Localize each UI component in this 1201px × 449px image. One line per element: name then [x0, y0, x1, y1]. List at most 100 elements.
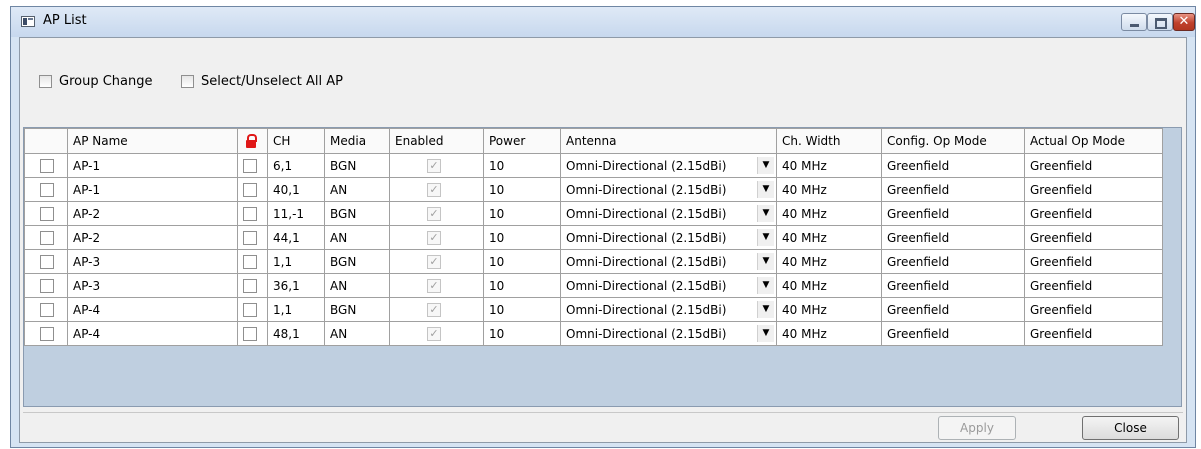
- power-cell[interactable]: 10: [483, 273, 561, 298]
- enabled-checkbox[interactable]: ✓: [427, 255, 441, 269]
- minimize-button[interactable]: [1121, 13, 1147, 31]
- ch-cell[interactable]: 40,1: [267, 177, 325, 202]
- power-cell[interactable]: 10: [483, 153, 561, 178]
- table-row[interactable]: AP-2 44,1 AN ✓ 10 Omni-Directional (2.15dBi) ▼…: [24, 225, 1163, 250]
- power-cell[interactable]: 10: [483, 201, 561, 226]
- chevron-down-icon[interactable]: ▼: [757, 181, 774, 198]
- ch-cell[interactable]: 6,1: [267, 153, 325, 178]
- ch-width-cell[interactable]: 40 MHz: [776, 249, 882, 274]
- table-row[interactable]: AP-4 48,1 AN ✓ 10 Omni-Directional (2.15dBi) ▼…: [24, 321, 1163, 346]
- antenna-cell[interactable]: Omni-Directional (2.15dBi) ▼: [560, 273, 777, 298]
- chevron-down-icon[interactable]: ▼: [757, 157, 774, 174]
- apply-button[interactable]: Apply: [938, 416, 1016, 440]
- group-change-checkbox[interactable]: [39, 75, 52, 88]
- antenna-cell[interactable]: Omni-Directional (2.15dBi) ▼: [560, 201, 777, 226]
- header-ap-name[interactable]: AP Name: [67, 128, 238, 154]
- ch-cell[interactable]: 36,1: [267, 273, 325, 298]
- lock-checkbox[interactable]: [243, 255, 257, 269]
- ch-width-cell[interactable]: 40 MHz: [776, 177, 882, 202]
- lock-checkbox[interactable]: [243, 207, 257, 221]
- config-op-mode-cell[interactable]: Greenfield: [881, 249, 1025, 274]
- header-ch-width[interactable]: Ch. Width: [776, 128, 882, 154]
- table-row[interactable]: AP-1 40,1 AN ✓ 10 Omni-Directional (2.15dBi) ▼…: [24, 177, 1163, 202]
- ch-cell[interactable]: 48,1: [267, 321, 325, 346]
- enabled-checkbox[interactable]: ✓: [427, 327, 441, 341]
- antenna-cell[interactable]: Omni-Directional (2.15dBi) ▼: [560, 321, 777, 346]
- table-row[interactable]: AP-2 11,-1 BGN ✓ 10 Omni-Directional (2.15dBi…: [24, 201, 1163, 226]
- row-select-checkbox[interactable]: [40, 231, 54, 245]
- enabled-checkbox[interactable]: ✓: [427, 279, 441, 293]
- header-ch[interactable]: CH: [267, 128, 325, 154]
- table-row[interactable]: AP-1 6,1 BGN ✓ 10 Omni-Directional (2.15dBi) ▼…: [24, 153, 1163, 178]
- power-cell[interactable]: 10: [483, 297, 561, 322]
- config-op-mode-cell[interactable]: Greenfield: [881, 297, 1025, 322]
- maximize-button[interactable]: [1147, 13, 1173, 31]
- chevron-down-icon[interactable]: ▼: [757, 301, 774, 318]
- lock-checkbox[interactable]: [243, 183, 257, 197]
- row-select-checkbox[interactable]: [40, 327, 54, 341]
- row-select-checkbox[interactable]: [40, 255, 54, 269]
- header-config-op-mode[interactable]: Config. Op Mode: [881, 128, 1025, 154]
- antenna-cell[interactable]: Omni-Directional (2.15dBi) ▼: [560, 153, 777, 178]
- ch-width-cell[interactable]: 40 MHz: [776, 321, 882, 346]
- ch-width-cell[interactable]: 40 MHz: [776, 273, 882, 298]
- enabled-checkbox[interactable]: ✓: [427, 231, 441, 245]
- ch-cell[interactable]: 11,-1: [267, 201, 325, 226]
- ch-width-cell[interactable]: 40 MHz: [776, 297, 882, 322]
- lock-checkbox[interactable]: [243, 303, 257, 317]
- table-row[interactable]: AP-3 1,1 BGN ✓ 10 Omni-Directional (2.15dBi) ▼…: [24, 249, 1163, 274]
- select-all-checkbox[interactable]: [181, 75, 194, 88]
- header-power[interactable]: Power: [483, 128, 561, 154]
- header-antenna[interactable]: Antenna: [560, 128, 777, 154]
- enabled-cell: ✓: [389, 297, 484, 322]
- antenna-cell[interactable]: Omni-Directional (2.15dBi) ▼: [560, 177, 777, 202]
- enabled-checkbox[interactable]: ✓: [427, 159, 441, 173]
- header-media[interactable]: Media: [324, 128, 390, 154]
- power-cell[interactable]: 10: [483, 225, 561, 250]
- ch-width-cell[interactable]: 40 MHz: [776, 153, 882, 178]
- lock-checkbox[interactable]: [243, 279, 257, 293]
- ch-cell[interactable]: 1,1: [267, 297, 325, 322]
- enabled-checkbox[interactable]: ✓: [427, 303, 441, 317]
- antenna-cell[interactable]: Omni-Directional (2.15dBi) ▼: [560, 249, 777, 274]
- header-actual-op-mode[interactable]: Actual Op Mode: [1024, 128, 1163, 154]
- actual-op-mode-cell: Greenfield: [1024, 297, 1163, 322]
- table-row[interactable]: AP-3 36,1 AN ✓ 10 Omni-Directional (2.15dBi) ▼…: [24, 273, 1163, 298]
- enabled-checkbox[interactable]: ✓: [427, 207, 441, 221]
- row-select-checkbox[interactable]: [40, 207, 54, 221]
- chevron-down-icon[interactable]: ▼: [757, 277, 774, 294]
- ch-cell[interactable]: 1,1: [267, 249, 325, 274]
- chevron-down-icon[interactable]: ▼: [757, 205, 774, 222]
- ch-width-cell[interactable]: 40 MHz: [776, 201, 882, 226]
- power-cell[interactable]: 10: [483, 177, 561, 202]
- lock-checkbox[interactable]: [243, 231, 257, 245]
- config-op-mode-cell[interactable]: Greenfield: [881, 273, 1025, 298]
- title-bar[interactable]: AP List ✕: [11, 7, 1195, 37]
- chevron-down-icon[interactable]: ▼: [757, 325, 774, 342]
- table-row[interactable]: AP-4 1,1 BGN ✓ 10 Omni-Directional (2.15dBi) ▼…: [24, 297, 1163, 322]
- ch-width-cell[interactable]: 40 MHz: [776, 225, 882, 250]
- config-op-mode-cell[interactable]: Greenfield: [881, 201, 1025, 226]
- power-cell[interactable]: 10: [483, 321, 561, 346]
- antenna-cell[interactable]: Omni-Directional (2.15dBi) ▼: [560, 225, 777, 250]
- antenna-cell[interactable]: Omni-Directional (2.15dBi) ▼: [560, 297, 777, 322]
- window-close-button[interactable]: ✕: [1173, 13, 1195, 31]
- row-select-checkbox[interactable]: [40, 159, 54, 173]
- config-op-mode-cell[interactable]: Greenfield: [881, 153, 1025, 178]
- row-select-checkbox[interactable]: [40, 279, 54, 293]
- header-enabled[interactable]: Enabled: [389, 128, 484, 154]
- header-lock[interactable]: [237, 128, 268, 154]
- ch-cell[interactable]: 44,1: [267, 225, 325, 250]
- close-button[interactable]: Close: [1082, 416, 1179, 440]
- config-op-mode-cell[interactable]: Greenfield: [881, 225, 1025, 250]
- enabled-checkbox[interactable]: ✓: [427, 183, 441, 197]
- config-op-mode-cell[interactable]: Greenfield: [881, 321, 1025, 346]
- chevron-down-icon[interactable]: ▼: [757, 253, 774, 270]
- row-select-checkbox[interactable]: [40, 183, 54, 197]
- chevron-down-icon[interactable]: ▼: [757, 229, 774, 246]
- lock-checkbox[interactable]: [243, 159, 257, 173]
- config-op-mode-cell[interactable]: Greenfield: [881, 177, 1025, 202]
- lock-checkbox[interactable]: [243, 327, 257, 341]
- row-select-checkbox[interactable]: [40, 303, 54, 317]
- power-cell[interactable]: 10: [483, 249, 561, 274]
